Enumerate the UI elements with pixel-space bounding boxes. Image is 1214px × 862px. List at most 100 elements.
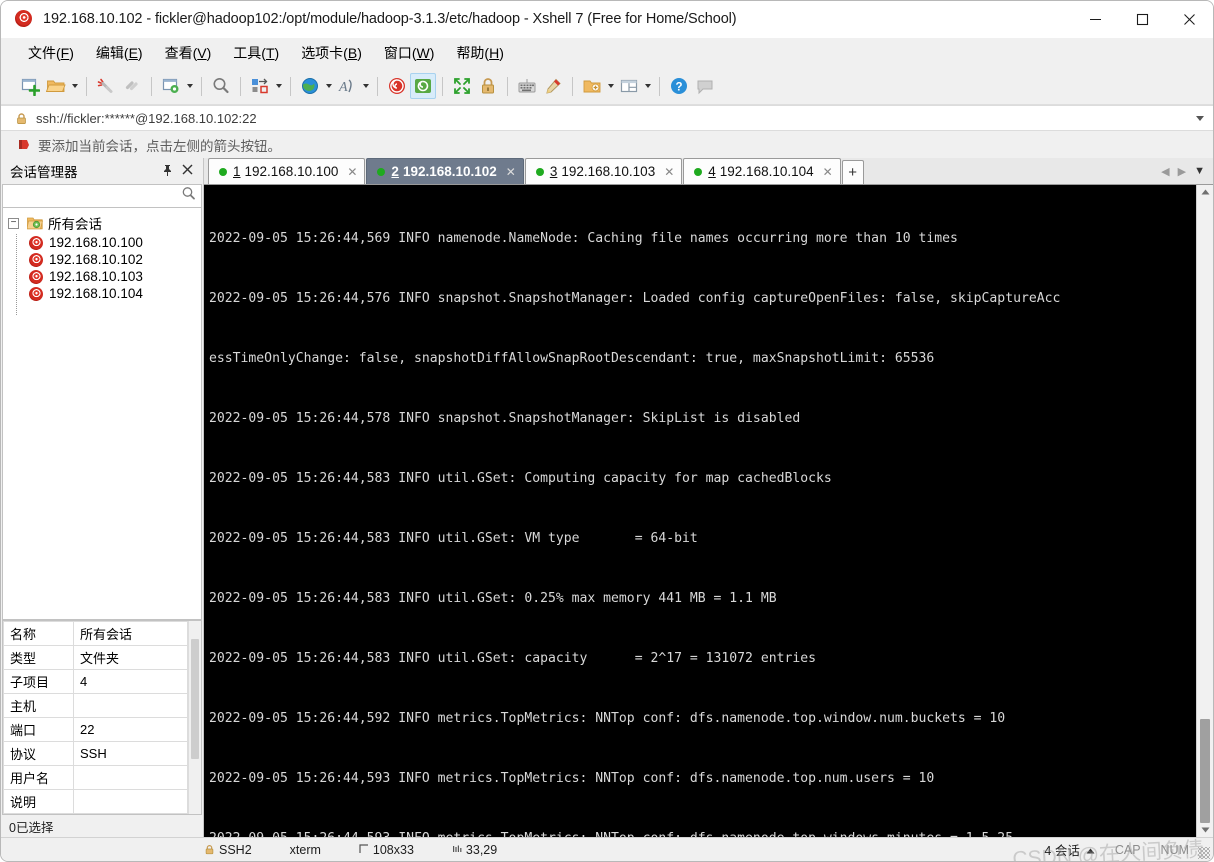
properties-scrollbar[interactable] — [188, 621, 201, 814]
session-item-2[interactable]: 192.168.10.103 — [3, 267, 201, 286]
search-icon[interactable] — [181, 186, 196, 206]
tab-next-icon[interactable]: ▶ — [1178, 165, 1186, 178]
tab-list-icon[interactable]: ▼ — [1194, 165, 1205, 177]
terminal-line: 2022-09-05 15:26:44,593 INFO metrics.Top… — [209, 829, 1194, 837]
tab-close-icon[interactable]: ✕ — [347, 166, 357, 178]
menu-edit[interactable]: 编辑(E) — [87, 40, 152, 66]
scroll-up-icon[interactable] — [1197, 185, 1213, 199]
resize-grip[interactable] — [1198, 847, 1210, 859]
find-icon[interactable] — [208, 73, 234, 99]
keyboard-icon[interactable] — [514, 73, 540, 99]
table-row: 子项目 4 — [3, 669, 188, 694]
tab-192-168-10-100[interactable]: 1 192.168.10.100 ✕ — [208, 158, 366, 184]
sessions-label: 4 会话 — [1044, 844, 1080, 858]
session-label: 192.168.10.100 — [49, 235, 143, 250]
connected-indicator-icon — [219, 167, 227, 176]
prop-key: 协议 — [3, 741, 74, 766]
font-icon[interactable]: A — [334, 73, 360, 99]
status-cursor-pos: 33,29 — [452, 843, 497, 857]
table-row: 用户名 — [3, 765, 188, 790]
session-properties-icon[interactable] — [158, 73, 184, 99]
disconnect-icon[interactable] — [93, 73, 119, 99]
tab-strip: 1 192.168.10.100 ✕ 2 192.168.10.102 ✕ 3 … — [204, 158, 1213, 185]
prop-key: 名称 — [3, 621, 74, 646]
close-button[interactable] — [1166, 1, 1213, 38]
session-properties-dropdown-icon[interactable] — [184, 73, 195, 99]
session-item-0[interactable]: 192.168.10.100 — [3, 233, 201, 252]
tab-close-icon[interactable]: ✕ — [664, 166, 674, 178]
chevron-down-icon[interactable] — [1196, 115, 1204, 121]
tab-navigation: ◀ ▶ ▼ — [1161, 158, 1213, 184]
menu-window[interactable]: 窗口(W) — [375, 40, 444, 66]
tab-close-icon[interactable]: ✕ — [823, 166, 833, 178]
maximize-button[interactable] — [1119, 1, 1166, 38]
terminal-scrollbar[interactable] — [1196, 185, 1213, 837]
title-bar: 192.168.10.102 - fickler@hadoop102:/opt/… — [1, 1, 1213, 38]
tab-number: 1 — [233, 164, 241, 179]
session-item-1[interactable]: 192.168.10.102 — [3, 250, 201, 269]
connected-indicator-icon — [535, 167, 544, 176]
screen-size-icon — [359, 843, 369, 857]
new-tab-button[interactable]: + — [841, 160, 864, 184]
status-right-group: 4 会话 CAP NUM — [1044, 840, 1213, 859]
tab-192-168-10-103[interactable]: 3 192.168.10.103 ✕ — [524, 158, 683, 184]
new-folder-icon[interactable] — [579, 73, 605, 99]
tab-prev-icon[interactable]: ◀ — [1161, 165, 1169, 178]
collapse-icon[interactable]: − — [8, 217, 19, 229]
prop-value — [73, 789, 188, 814]
xftp-icon[interactable] — [410, 73, 436, 99]
tree-root-all-sessions[interactable]: − 所有会话 — [3, 212, 201, 234]
transfer-file-icon[interactable] — [247, 73, 273, 99]
pin-icon[interactable] — [162, 164, 173, 178]
xshell-icon[interactable] — [384, 73, 410, 99]
session-item-3[interactable]: 192.168.10.104 — [3, 284, 201, 303]
tab-192-168-10-102[interactable]: 2 192.168.10.102 ✕ — [366, 158, 524, 184]
transfer-file-dropdown-icon[interactable] — [273, 73, 284, 99]
session-search-box[interactable] — [2, 184, 202, 208]
lock-screen-icon[interactable] — [475, 73, 501, 99]
search-input[interactable] — [8, 189, 181, 203]
tab-number: 2 — [391, 164, 399, 179]
minimize-button[interactable] — [1072, 1, 1119, 38]
new-folder-dropdown-icon[interactable] — [605, 73, 616, 99]
tab-label: 192.168.10.100 — [244, 164, 339, 179]
session-tree[interactable]: − 所有会话 192.168.10.100 192.168.10.102 192… — [2, 208, 202, 620]
menu-help[interactable]: 帮助(H) — [447, 40, 512, 66]
folder-settings-icon — [27, 216, 43, 230]
chat-icon[interactable] — [692, 73, 718, 99]
tab-192-168-10-104[interactable]: 4 192.168.10.104 ✕ — [683, 158, 841, 184]
scroll-down-icon[interactable] — [1197, 823, 1213, 837]
prop-key: 端口 — [3, 717, 74, 742]
terminal-output[interactable]: 2022-09-05 15:26:44,569 INFO namenode.Na… — [204, 185, 1196, 837]
reconnect-icon[interactable] — [119, 73, 145, 99]
notification-bar: 要添加当前会话，点击左侧的箭头按钮。 — [1, 131, 1213, 158]
web-browser-icon[interactable] — [297, 73, 323, 99]
window-title: 192.168.10.102 - fickler@hadoop102:/opt/… — [43, 11, 737, 27]
menu-tabs[interactable]: 选项卡(B) — [292, 40, 371, 66]
layout-icon[interactable] — [616, 73, 642, 99]
close-icon[interactable] — [182, 164, 193, 178]
layout-dropdown-icon[interactable] — [642, 73, 653, 99]
status-size: 108x33 — [359, 843, 414, 857]
sessions-dropdown-icon[interactable] — [1086, 843, 1095, 857]
terminal-line: 2022-09-05 15:26:44,578 INFO snapshot.Sn… — [209, 411, 801, 426]
prop-value: 4 — [73, 669, 188, 694]
tab-close-icon[interactable]: ✕ — [506, 166, 516, 178]
help-icon[interactable]: ? — [666, 73, 692, 99]
open-folder-icon[interactable] — [43, 73, 69, 99]
menu-file[interactable]: 文件(F) — [19, 40, 83, 66]
terminal-wrapper: 2022-09-05 15:26:44,569 INFO namenode.Na… — [204, 185, 1213, 837]
session-icon — [27, 267, 45, 286]
toolbar-separator — [290, 76, 291, 96]
highlight-icon[interactable] — [540, 73, 566, 99]
scrollbar-thumb[interactable] — [1200, 719, 1210, 823]
new-session-icon[interactable] — [17, 73, 43, 99]
address-bar[interactable]: ssh://fickler:******@192.168.10.102:22 — [1, 105, 1213, 131]
fullscreen-icon[interactable] — [449, 73, 475, 99]
open-folder-dropdown-icon[interactable] — [69, 73, 80, 99]
tab-number: 4 — [708, 164, 716, 179]
font-dropdown-icon[interactable] — [360, 73, 371, 99]
menu-view[interactable]: 查看(V) — [156, 40, 221, 66]
menu-tools[interactable]: 工具(T) — [224, 40, 288, 66]
web-browser-dropdown-icon[interactable] — [323, 73, 334, 99]
